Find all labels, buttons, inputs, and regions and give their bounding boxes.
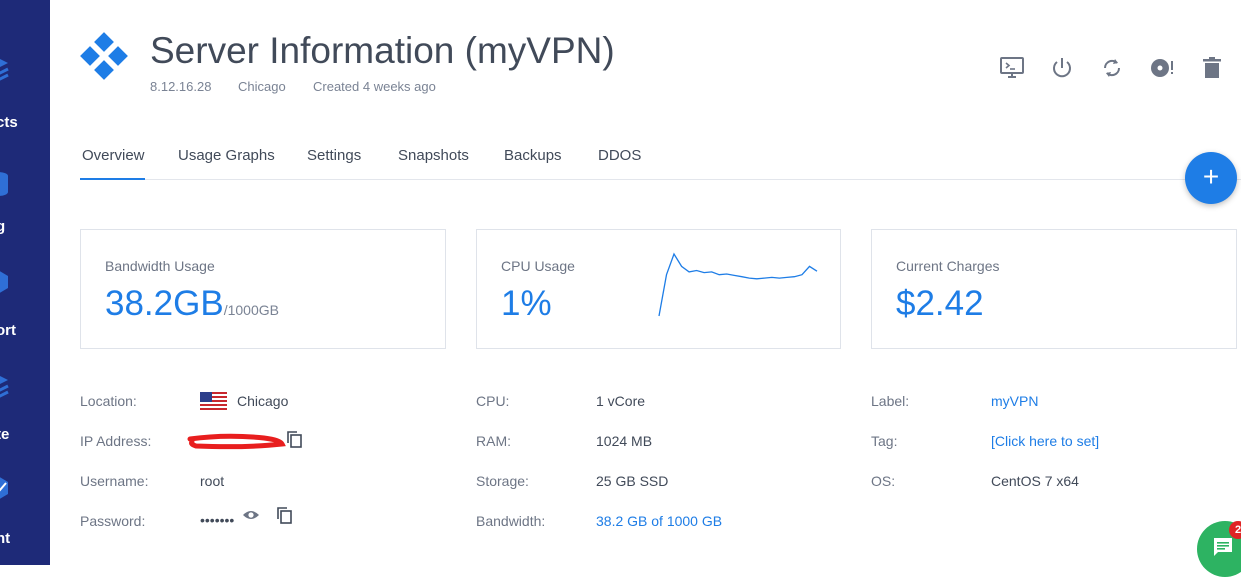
cpu-sparkline-line: [658, 252, 818, 317]
storage-label: Storage:: [476, 473, 529, 489]
sidebar-item-label: ort: [0, 322, 16, 339]
trash-icon: [1203, 57, 1221, 78]
disc-icon: [1151, 59, 1173, 77]
database-icon: [0, 172, 8, 196]
show-password-icon[interactable]: [242, 506, 260, 524]
bandwidth-value: 38.2GB: [105, 284, 224, 323]
label-link[interactable]: myVPN: [991, 393, 1038, 409]
sidebar-item-support[interactable]: ort: [0, 262, 50, 352]
username-label: Username:: [80, 473, 149, 489]
sidebar-item-label: g: [0, 218, 6, 235]
tabs-divider: [80, 179, 1241, 180]
sidebar-item-account[interactable]: nt: [0, 470, 50, 560]
iso-button[interactable]: [1149, 55, 1175, 81]
os-label: OS:: [871, 473, 896, 489]
cpu-sparkline: [658, 252, 818, 317]
cpu-value: 1%: [501, 284, 552, 323]
tab-settings[interactable]: Settings: [307, 147, 361, 164]
us-flag-icon: [200, 392, 227, 410]
sidebar-item-label: cts: [0, 114, 18, 131]
page-title: Server Information (myVPN): [150, 30, 615, 71]
bandwidth-unit: /1000GB: [223, 302, 279, 318]
location-label: Location:: [80, 393, 137, 409]
server-location: Chicago: [238, 79, 286, 94]
copy-password-icon[interactable]: [275, 506, 293, 524]
password-label: Password:: [80, 513, 146, 529]
ram-value: 1024 MB: [596, 433, 653, 449]
charges-card-label: Current Charges: [896, 258, 1000, 274]
restart-icon: [1103, 59, 1121, 77]
add-button[interactable]: +: [1185, 152, 1237, 204]
cpu-label: CPU:: [476, 393, 510, 409]
sidebar-item-billing[interactable]: g: [0, 160, 50, 250]
tab-backups[interactable]: Backups: [504, 147, 562, 164]
charges-value: $2.42: [896, 284, 984, 323]
account-icon: [0, 477, 8, 499]
tab-usage-graphs[interactable]: Usage Graphs: [178, 147, 275, 164]
server-ip: 8.12.16.28: [150, 79, 212, 94]
power-button[interactable]: [1049, 55, 1075, 81]
tab-snapshots[interactable]: Snapshots: [398, 147, 469, 164]
bandwidth-label: Bandwidth:: [476, 513, 546, 529]
copy-ip-icon[interactable]: [285, 430, 303, 448]
location-value: Chicago: [237, 393, 289, 409]
cpu-info-value: 1 vCore: [596, 393, 646, 409]
username-value: root: [200, 473, 225, 489]
password-value: •••••••: [200, 512, 235, 528]
sidebar-item-affiliate[interactable]: te: [0, 368, 50, 458]
label-label: Label:: [871, 393, 910, 409]
console-icon: [1000, 57, 1024, 78]
power-icon: [1053, 58, 1071, 78]
sidebar-item-products[interactable]: cts: [0, 55, 50, 145]
cpu-card: CPU Usage 1%: [476, 229, 841, 349]
storage-value: 25 GB SSD: [596, 473, 669, 489]
tab-overview[interactable]: Overview: [82, 147, 145, 164]
os-value: CentOS 7 x64: [991, 473, 1079, 489]
tag-link[interactable]: [Click here to set]: [991, 433, 1099, 449]
console-button[interactable]: [999, 55, 1025, 81]
layers-icon: [0, 59, 9, 81]
vultr-diamond-logo: [80, 32, 128, 80]
sidebar-item-label: te: [0, 426, 10, 443]
sidebar-item-label: nt: [0, 530, 11, 547]
tag-label: Tag:: [871, 433, 898, 449]
layers-icon: [0, 376, 9, 398]
sidebar: cts g ort te nt: [0, 0, 50, 565]
chat-icon: [1214, 538, 1232, 556]
ip-label: IP Address:: [80, 433, 152, 449]
server-created: Created 4 weeks ago: [313, 79, 436, 94]
bandwidth-link[interactable]: 38.2 GB of 1000 GB: [596, 513, 722, 529]
chat-badge: 2: [1229, 521, 1241, 539]
cpu-card-label: CPU Usage: [501, 258, 575, 274]
bandwidth-card-value-row: 38.2GB/1000GB: [105, 284, 279, 324]
ram-label: RAM:: [476, 433, 511, 449]
redaction-scribble: [187, 433, 286, 450]
destroy-button[interactable]: [1199, 55, 1225, 81]
restart-button[interactable]: [1099, 55, 1125, 81]
tab-ddos[interactable]: DDOS: [598, 147, 641, 164]
bandwidth-card-label: Bandwidth Usage: [105, 258, 215, 274]
charges-card: Current Charges $2.42: [871, 229, 1237, 349]
bandwidth-card: Bandwidth Usage 38.2GB/1000GB: [80, 229, 446, 349]
active-tab-indicator: [80, 178, 145, 180]
support-icon: [0, 271, 8, 293]
